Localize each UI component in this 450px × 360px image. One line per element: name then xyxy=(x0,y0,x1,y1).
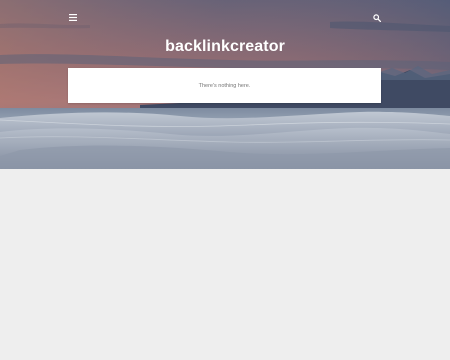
main-content-area xyxy=(0,169,450,360)
blog-title[interactable]: backlinkcreator xyxy=(0,37,450,57)
search-icon xyxy=(373,14,381,22)
empty-posts-message: There's nothing here. xyxy=(198,82,251,89)
hamburger-menu-button[interactable] xyxy=(66,10,80,24)
search-button[interactable] xyxy=(370,11,384,25)
hamburger-menu-icon xyxy=(69,13,77,21)
empty-posts-card: There's nothing here. xyxy=(68,68,381,103)
blog-page: backlinkcreator There's nothing here. xyxy=(0,0,450,360)
